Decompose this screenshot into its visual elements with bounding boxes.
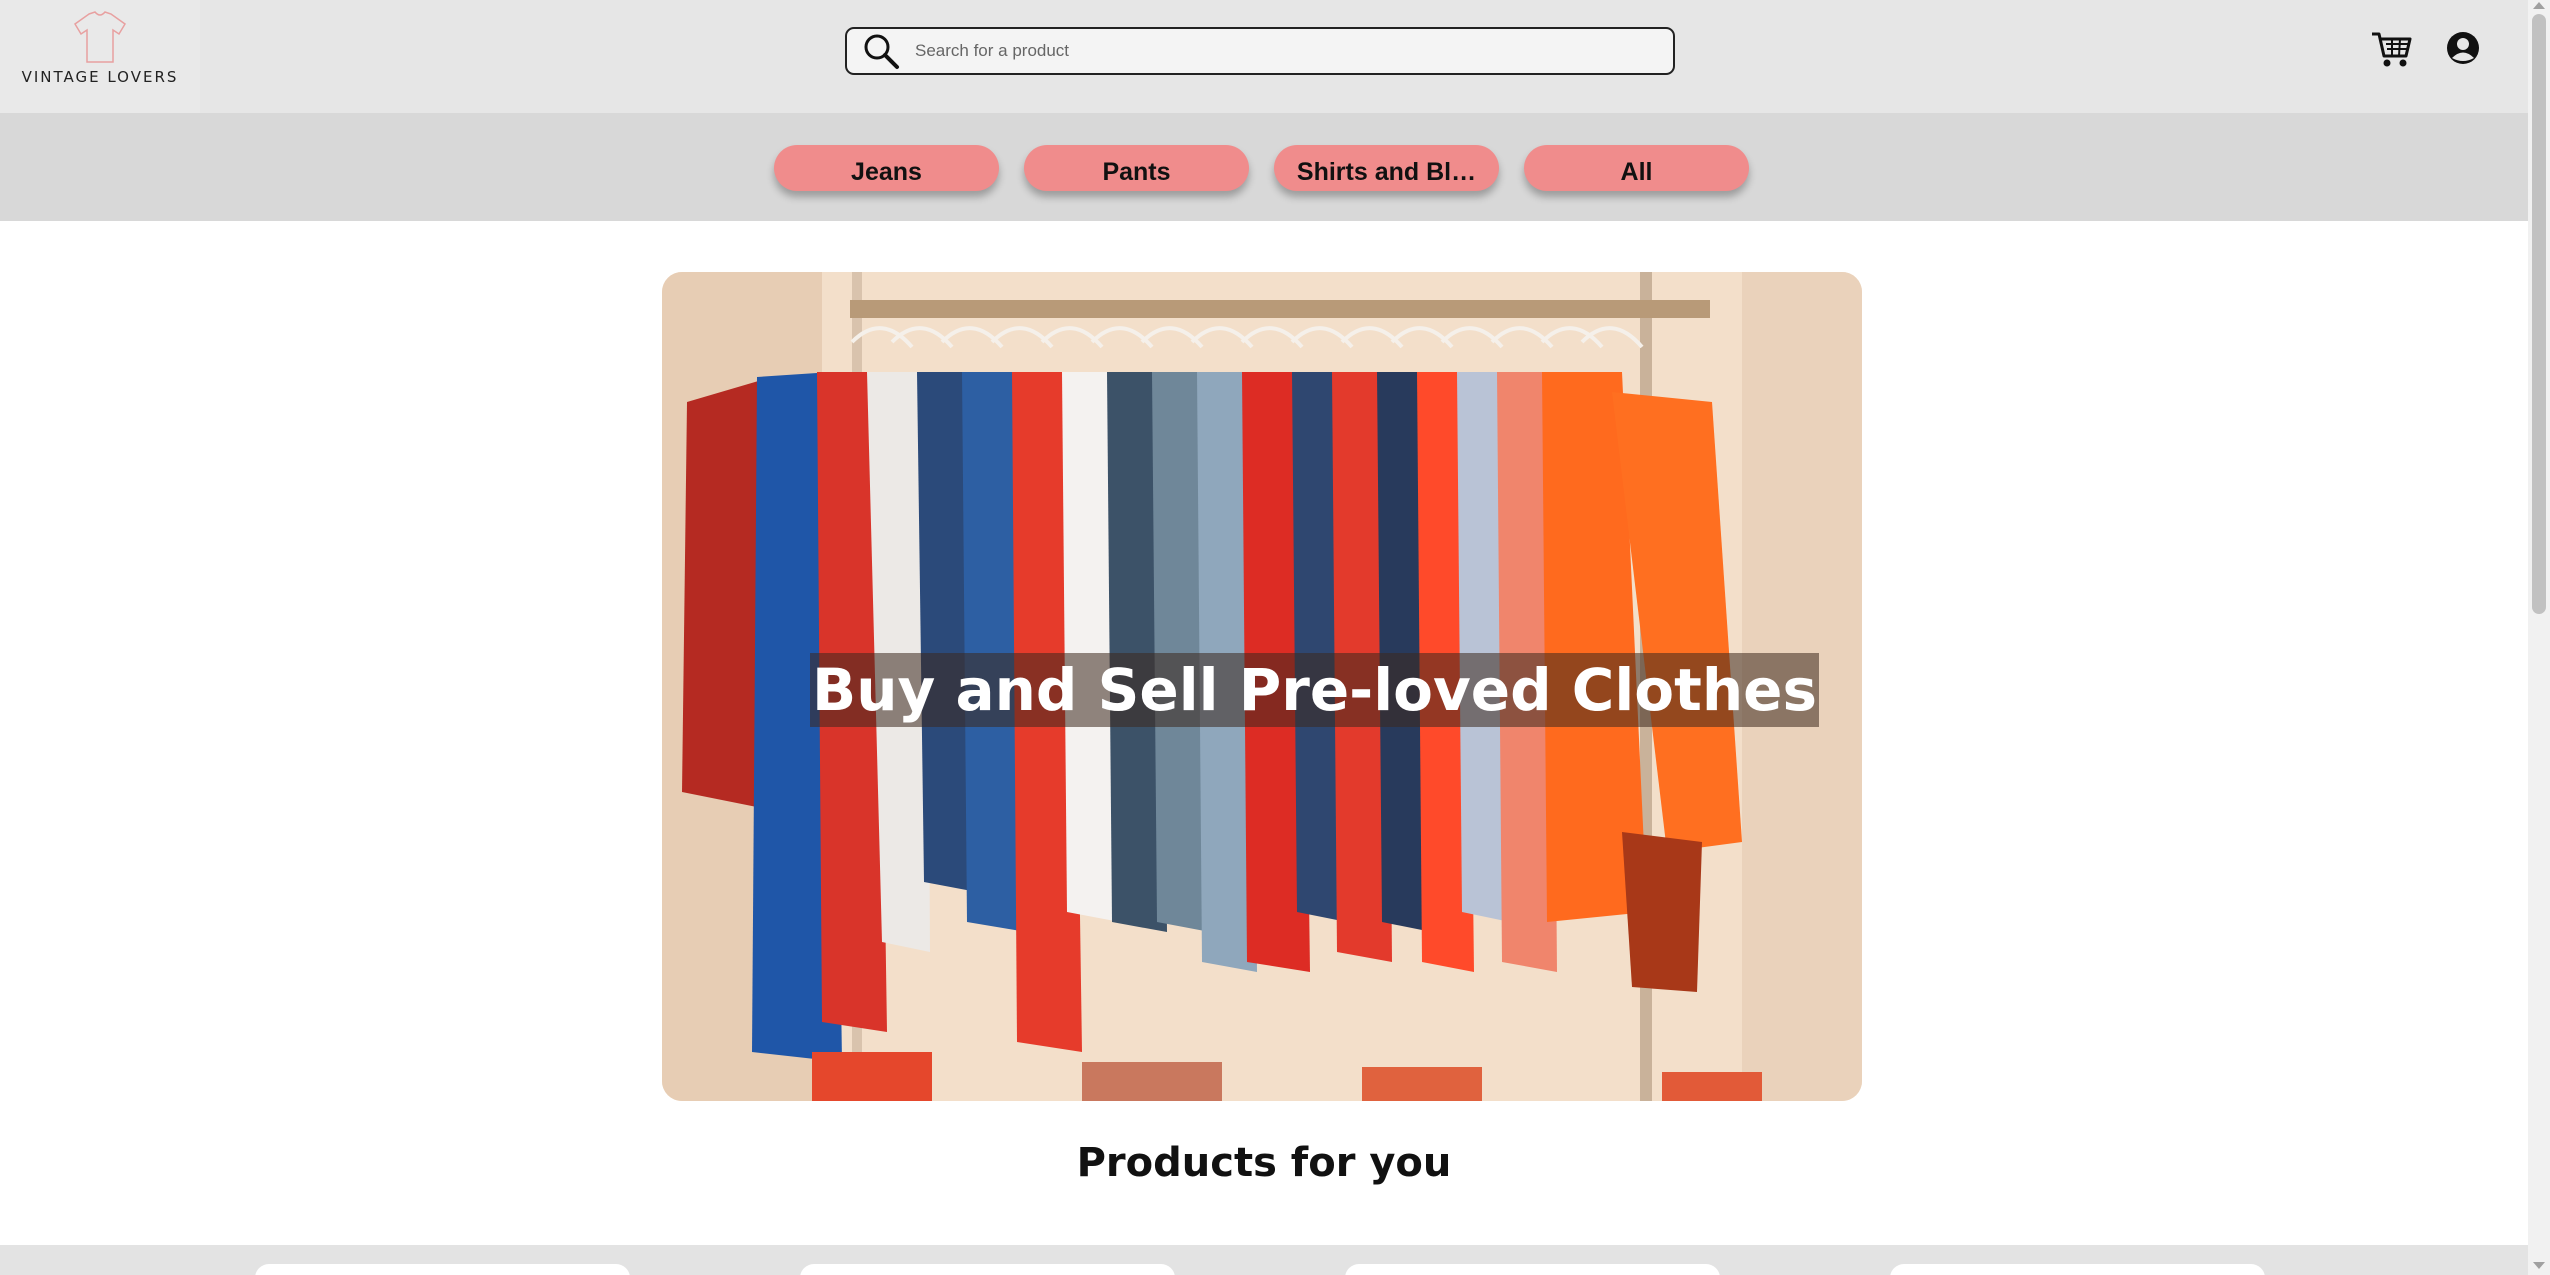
scroll-up-arrow-icon[interactable] — [2533, 2, 2545, 9]
category-shirts-blouses-button[interactable]: Shirts and Bl… — [1274, 145, 1499, 191]
product-card[interactable] — [1345, 1264, 1720, 1275]
hero-title: Buy and Sell Pre-loved Clothes — [810, 653, 1819, 727]
product-card[interactable] — [1890, 1264, 2265, 1275]
shopping-cart-icon[interactable] — [2370, 28, 2412, 70]
category-label: All — [1620, 157, 1653, 186]
category-label: Pants — [1102, 157, 1171, 186]
category-jeans-button[interactable]: Jeans — [774, 145, 999, 191]
category-all-button[interactable]: All — [1524, 145, 1749, 191]
scrollbar-thumb[interactable] — [2532, 14, 2546, 614]
scroll-down-arrow-icon[interactable] — [2533, 1262, 2545, 1269]
logo[interactable]: VINTAGE LOVERS — [0, 0, 200, 113]
category-label: Shirts and Bl… — [1296, 157, 1477, 186]
search-input[interactable] — [913, 40, 1657, 62]
hero-banner: Buy and Sell Pre-loved Clothes — [662, 272, 1862, 1101]
category-label: Jeans — [851, 157, 922, 186]
tshirt-logo-icon — [74, 11, 126, 63]
product-card[interactable] — [800, 1264, 1175, 1275]
search-bar[interactable] — [845, 27, 1675, 75]
account-circle-icon[interactable] — [2446, 31, 2480, 65]
category-bar: Jeans Pants Shirts and Bl… All — [0, 113, 2528, 221]
search-icon[interactable] — [861, 31, 901, 71]
products-section-title: Products for you — [1076, 1140, 1452, 1186]
header: VINTAGE LOVERS — [0, 0, 2528, 113]
category-pants-button[interactable]: Pants — [1024, 145, 1249, 191]
page: VINTAGE LOVERS Jeans — [0, 0, 2550, 1275]
logo-text: VINTAGE LOVERS — [21, 68, 179, 86]
product-card[interactable] — [255, 1264, 630, 1275]
